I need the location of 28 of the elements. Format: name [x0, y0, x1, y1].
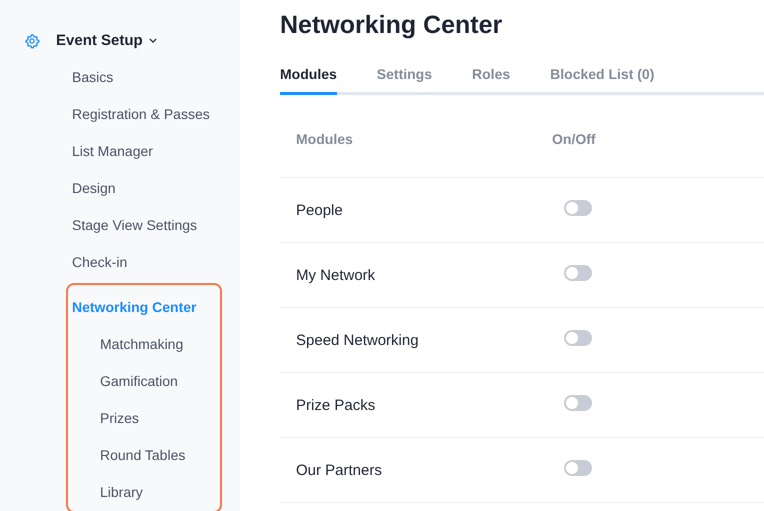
sidebar-item[interactable]: Check-in	[0, 244, 240, 281]
toggle-switch[interactable]	[564, 460, 592, 476]
column-header: On/Off	[551, 131, 597, 147]
section-header[interactable]: Event Setup	[0, 22, 240, 59]
toggle-switch[interactable]	[564, 264, 592, 280]
column-header: Modules	[295, 131, 354, 147]
sidebar-subitem[interactable]: Matchmaking	[68, 326, 220, 363]
sidebar-item[interactable]: Design	[0, 170, 240, 207]
module-name: My Network	[295, 266, 376, 284]
chevron-icon	[148, 38, 157, 43]
sidebar-item[interactable]: Stage View Settings	[0, 207, 240, 244]
module-name: Speed Networking	[295, 332, 420, 348]
module-name: Our Partners	[295, 462, 383, 478]
toggle-switch[interactable]	[564, 394, 592, 410]
settings-icon	[24, 32, 40, 48]
sidebar-subitem[interactable]: Gamification	[68, 363, 220, 400]
sidebar-subitem[interactable]: Prizes	[68, 400, 220, 437]
sidebar-item[interactable]: Basics	[0, 59, 240, 96]
sidebar-item[interactable]: Registration & Passes	[0, 96, 240, 133]
module-name: People	[295, 202, 344, 218]
tab[interactable]: Modules	[280, 66, 337, 95]
sidebar-item[interactable]: List Manager	[0, 133, 240, 170]
toggle-switch[interactable]	[564, 330, 592, 346]
toggle-switch[interactable]	[564, 200, 592, 216]
module-name: Prize Packs	[295, 396, 376, 414]
sidebar-subitem[interactable]: Library	[68, 474, 220, 511]
page-title: Networking Center	[280, 11, 504, 41]
sidebar-subitem[interactable]: Round Tables	[68, 437, 220, 474]
